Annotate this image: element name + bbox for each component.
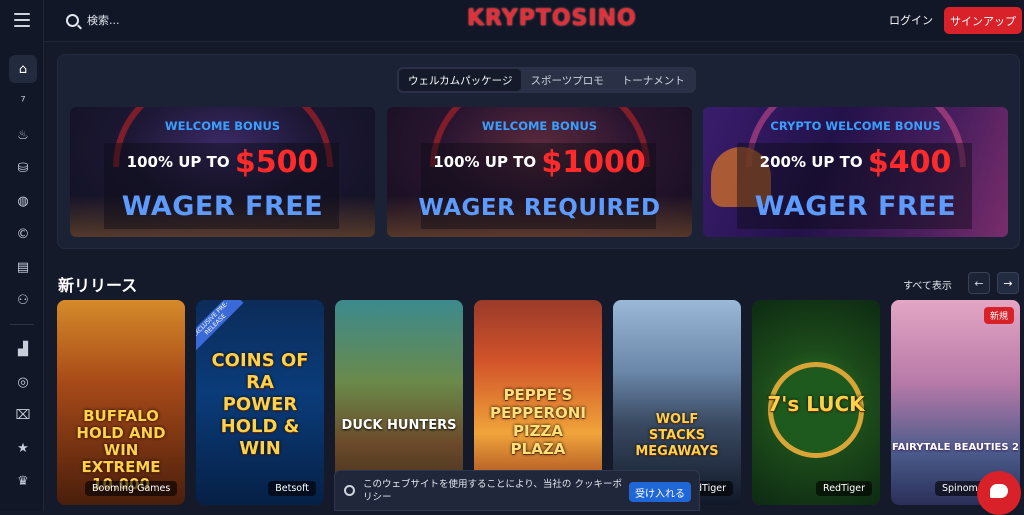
cookie-text[interactable]: このウェブサイトを使用することにより、当社の クッキーポリシー [363, 478, 625, 504]
chat-icon[interactable] [977, 471, 1021, 515]
crypto-coin-icon[interactable]: © [9, 220, 37, 248]
banner-offer-prefix: 200% UP TO [759, 153, 863, 171]
game-provider: Booming Games [85, 481, 178, 496]
banner-offer-prefix: 100% UP TO [433, 153, 537, 171]
game-art-title: DUCK HUNTERS [341, 418, 457, 433]
game-provider: Betsoft [268, 481, 316, 496]
basketball-icon[interactable]: ◍ [9, 187, 37, 215]
game-art-title: COINS OF RA POWER HOLD & WIN [211, 350, 309, 459]
promo-banner[interactable]: CRYPTO WELCOME BONUS 200% UP TO $400 WAG… [703, 107, 1008, 237]
banner-amount: $400 [867, 145, 952, 180]
promo-banner[interactable]: WELCOME BONUS 100% UP TO $1000 WAGER REQ… [387, 107, 692, 237]
banner-wager-text: WAGER REQUIRED [418, 195, 661, 221]
game-card[interactable]: EXCLUSIVE PRE-RELEASE COINS OF RA POWER … [196, 300, 324, 505]
top-bar: 検索... KRYPTOSINO ログイン サインアップ [44, 0, 1024, 42]
promo-tabs: ウェルカムパッケージ スポーツプロモ トーナメント [397, 67, 696, 93]
cards-icon[interactable]: ▤ [9, 253, 37, 281]
banner-offer-prefix: 100% UP TO [126, 153, 230, 171]
view-all-link[interactable]: すべて表示 [903, 277, 952, 292]
game-art-title: 7's LUCK [767, 392, 865, 416]
casino-chip-icon[interactable]: ⛁ [9, 154, 37, 182]
game-card[interactable]: 7's LUCK RedTiger [752, 300, 880, 505]
leaderboard-icon[interactable]: ▟ [9, 335, 37, 363]
promo-panel: ウェルカムパッケージ スポーツプロモ トーナメント WELCOME BONUS … [57, 54, 1020, 249]
tab-tournament[interactable]: トーナメント [613, 69, 694, 91]
tab-welcome-package[interactable]: ウェルカムパッケージ [399, 69, 522, 91]
home-icon[interactable]: ⌂ [9, 55, 37, 83]
promo-banner[interactable]: WELCOME BONUS 100% UP TO $500 WAGER FREE [70, 107, 375, 237]
cookie-accept-button[interactable]: 受け入れる [629, 482, 691, 502]
cookie-icon [344, 485, 355, 496]
slots-777-icon[interactable]: ⁷ [9, 88, 37, 116]
roulette-icon[interactable]: ◎ [9, 368, 37, 396]
banner-tag: WELCOME BONUS [481, 119, 598, 133]
banner-offer: 100% UP TO $500 [70, 145, 375, 180]
signup-button[interactable]: サインアップ [944, 7, 1022, 34]
live-dealer-icon[interactable]: ⚇ [9, 286, 37, 314]
banner-tag: CRYPTO WELCOME BONUS [770, 119, 941, 133]
login-button[interactable]: ログイン [889, 12, 933, 28]
section-title: 新リリース [58, 276, 138, 295]
game-art-title: PEPPE'S PEPPERONI PIZZA PLAZA [490, 386, 586, 458]
banner-offer: 100% UP TO $1000 [387, 145, 692, 180]
banner-offer: 200% UP TO $400 [703, 145, 1008, 180]
banner-wager-text: WAGER FREE [121, 191, 324, 222]
sidebar: ⌂ ⁷ ♨ ⛁ ◍ © ▤ ⚇ ▟ ◎ ⌧ ★ ♛ [0, 0, 44, 511]
fire-icon[interactable]: ♨ [9, 121, 37, 149]
game-card[interactable]: BUFFALO HOLD AND WIN EXTREME 10,000 Boom… [57, 300, 185, 505]
new-badge: 新規 [983, 307, 1014, 324]
sidebar-divider [10, 324, 34, 325]
next-arrow-icon[interactable]: → [997, 272, 1019, 294]
search-icon [66, 13, 79, 27]
banner-tag: WELCOME BONUS [164, 119, 281, 133]
prev-arrow-icon[interactable]: ← [968, 272, 990, 294]
logo[interactable]: KRYPTOSINO [467, 6, 637, 31]
tab-sports-promo[interactable]: スポーツプロモ [521, 69, 612, 91]
banner-amount: $1000 [541, 145, 646, 180]
game-provider: RedTiger [816, 481, 872, 496]
exclusive-badge: EXCLUSIVE PRE-RELEASE [196, 300, 244, 353]
game-art-title: FAIRYTALE BEAUTIES 2 [891, 442, 1020, 453]
banner-wager-text: WAGER FREE [754, 191, 957, 222]
gift-icon[interactable]: ⌧ [9, 401, 37, 429]
star-icon[interactable]: ★ [9, 434, 37, 462]
banner-amount: $500 [234, 145, 319, 180]
search-input[interactable]: 検索... [66, 12, 120, 28]
hamburger-menu-icon[interactable] [14, 13, 30, 31]
search-placeholder: 検索... [87, 14, 120, 27]
crown-icon[interactable]: ♛ [9, 467, 37, 495]
game-art-title: WOLF STACKS MEGAWAYS [635, 412, 719, 459]
cookie-banner: このウェブサイトを使用することにより、当社の クッキーポリシー 受け入れる [334, 470, 700, 511]
